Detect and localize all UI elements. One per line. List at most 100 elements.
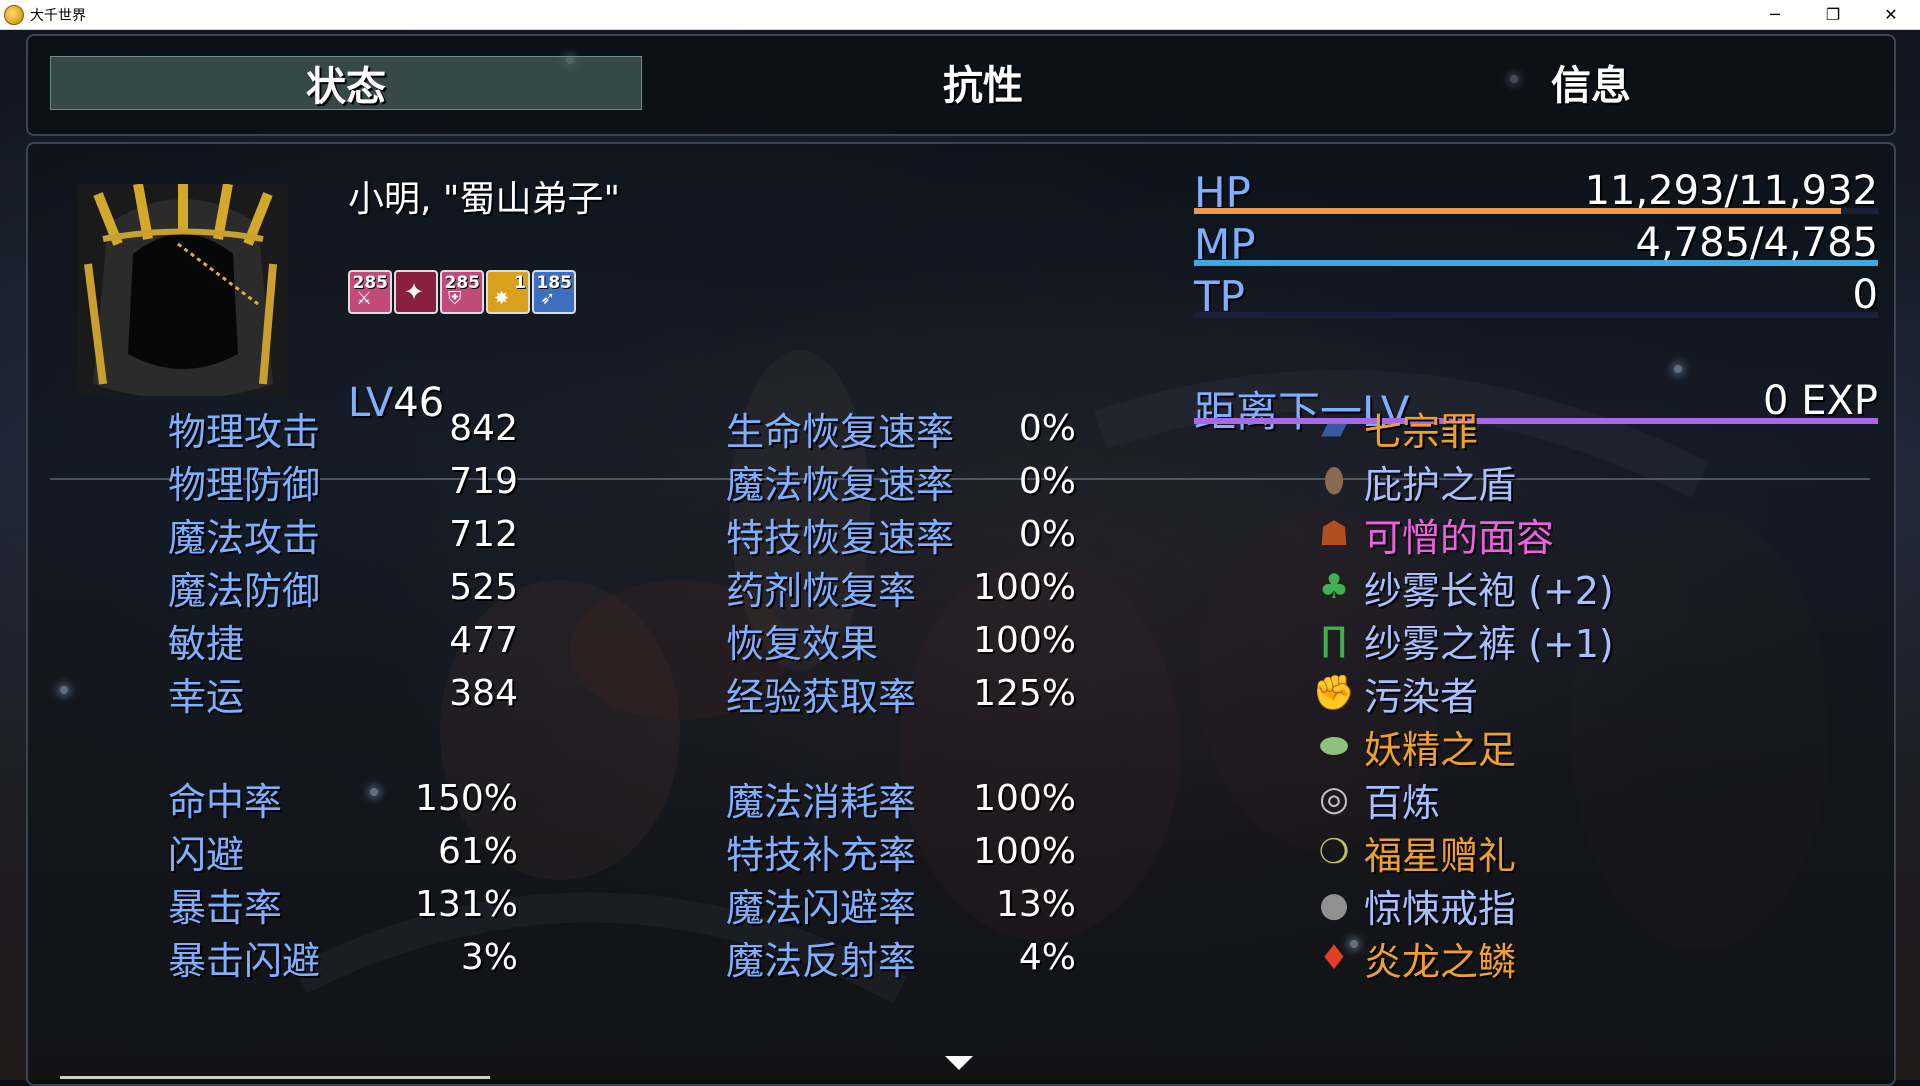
minimize-button[interactable]: ─ xyxy=(1746,0,1804,29)
sword-up-icon: ⚔ xyxy=(356,288,373,309)
stat-value: 100% xyxy=(973,566,1076,608)
stat-name: 魔法反射率 xyxy=(726,938,917,983)
scale-icon: ♦ xyxy=(1318,938,1350,978)
equipment-slot[interactable]: ☗ 可憎的面容 xyxy=(1314,508,1554,560)
book-icon: ▰ xyxy=(1320,408,1348,448)
stat-value: 3% xyxy=(460,936,518,978)
stat-name: 特技补充率 xyxy=(726,832,917,877)
stat-name: 魔法消耗率 xyxy=(726,779,917,824)
close-button[interactable]: ✕ xyxy=(1862,0,1920,29)
stat-name: 生命恢复速率 xyxy=(726,409,955,454)
equipment-name: 福星赠礼 xyxy=(1364,833,1517,878)
stat-value: 842 xyxy=(449,407,518,449)
stat-row: 恢复效果 100% xyxy=(726,614,1076,666)
equipment-slot[interactable]: ● 惊悚戒指 xyxy=(1314,879,1516,931)
restore-button[interactable]: ❐ xyxy=(1804,0,1862,29)
amulet-icon: ❍ xyxy=(1318,832,1350,872)
equipment-name: 纱雾长袍 (+2) xyxy=(1364,568,1614,613)
stat-row: 魔法攻击 712 xyxy=(168,508,518,560)
buff-burst-icon[interactable]: 1 ✸ xyxy=(486,270,530,314)
equipment-name: 七宗罪 xyxy=(1364,409,1479,454)
tab-bar: 状态 抗性 信息 xyxy=(26,34,1896,136)
robe-icon: ♣ xyxy=(1318,567,1350,607)
stat-name: 魔法防御 xyxy=(168,568,321,613)
game-viewport: 状态 抗性 信息 小明, "蜀山弟子" 285 ⚔ ✦ 285 ⛨ 1 ✸ 18… xyxy=(0,30,1920,1086)
equipment-slot[interactable]: ♦ 炎龙之鳞 xyxy=(1314,932,1516,984)
equipment-slot[interactable]: ◎ 百炼 xyxy=(1314,773,1440,825)
stat-value: 100% xyxy=(973,619,1076,661)
scroll-down-icon[interactable] xyxy=(945,1056,973,1070)
buff-attack-up-icon[interactable]: 285 ⚔ xyxy=(348,270,392,314)
mp-track xyxy=(1194,260,1878,266)
stat-row: 闪避 61% xyxy=(168,825,518,877)
stat-name: 幸运 xyxy=(168,674,245,719)
window-controls: ─ ❐ ✕ xyxy=(1746,0,1920,29)
equipment-name: 可憎的面容 xyxy=(1364,515,1555,560)
equipment-slot[interactable]: ∏ 纱雾之裤 (+1) xyxy=(1314,614,1614,666)
stat-name: 敏捷 xyxy=(168,621,245,666)
buff-turns: 1 xyxy=(514,273,526,293)
tp-gauge: TP 0 xyxy=(1194,272,1878,321)
stat-row: 魔法防御 525 xyxy=(168,561,518,613)
tab-resistance[interactable]: 抗性 xyxy=(688,56,1278,109)
buff-beast-icon[interactable]: ✦ xyxy=(394,270,438,314)
stat-row: 物理防御 719 xyxy=(168,455,518,507)
mask-icon: ☗ xyxy=(1318,514,1350,554)
exp-fill xyxy=(1194,418,1878,424)
stat-row: 暴击率 131% xyxy=(168,878,518,930)
stat-value: 131% xyxy=(415,883,518,925)
buff-wing-icon[interactable]: 185 ➶ xyxy=(532,270,576,314)
window-title: 大千世界 xyxy=(30,7,86,24)
equipment-slot[interactable]: ▰ 七宗罪 xyxy=(1314,402,1478,454)
tab-info[interactable]: 信息 xyxy=(1296,56,1886,109)
equipment-name: 炎龙之鳞 xyxy=(1364,939,1517,984)
equipment-slot[interactable]: ⬬ 妖精之足 xyxy=(1314,720,1516,772)
stat-value: 477 xyxy=(449,619,518,661)
wing-icon: ➶ xyxy=(540,288,556,309)
ring-icon: ● xyxy=(1319,885,1349,925)
equipment-slot[interactable]: ♣ 纱雾长袍 (+2) xyxy=(1314,561,1614,613)
stat-row: 特技恢复速率 0% xyxy=(726,508,1076,560)
stat-value: 4% xyxy=(1018,936,1076,978)
equipment-slot[interactable]: ✊ 污染者 xyxy=(1313,667,1478,719)
stat-value: 100% xyxy=(973,830,1076,872)
stat-name: 暴击闪避 xyxy=(168,938,321,983)
app-icon xyxy=(4,4,24,25)
stat-value: 100% xyxy=(973,777,1076,819)
stat-row: 物理攻击 842 xyxy=(168,402,518,454)
character-portrait xyxy=(78,184,288,396)
character-name: 小明, "蜀山弟子" xyxy=(348,179,621,220)
stat-value: 125% xyxy=(973,672,1076,714)
stat-row: 暴击闪避 3% xyxy=(168,931,518,983)
equipment-name: 惊悚戒指 xyxy=(1364,886,1517,931)
equipment-slot[interactable]: ⬮ 庇护之盾 xyxy=(1314,455,1516,507)
stat-row: 魔法反射率 4% xyxy=(726,931,1076,983)
stat-row: 幸运 384 xyxy=(168,667,518,719)
stat-name: 闪避 xyxy=(168,832,245,877)
stat-value: 13% xyxy=(995,883,1076,925)
stat-name: 特技恢复速率 xyxy=(726,515,955,560)
stat-row: 敏捷 477 xyxy=(168,614,518,666)
boot-icon: ⬬ xyxy=(1319,726,1349,766)
equipment-slot[interactable]: ❍ 福星赠礼 xyxy=(1314,826,1516,878)
stat-name: 魔法闪避率 xyxy=(726,885,917,930)
equipment-name: 纱雾之裤 (+1) xyxy=(1364,621,1614,666)
tab-status[interactable]: 状态 xyxy=(50,56,642,110)
stat-row: 生命恢复速率 0% xyxy=(726,402,1076,454)
stat-value: 525 xyxy=(449,566,518,608)
bracelet-icon: ◎ xyxy=(1319,779,1349,819)
stat-row: 魔法闪避率 13% xyxy=(726,878,1076,930)
window-titlebar: 大千世界 ─ ❐ ✕ xyxy=(0,0,1920,30)
stat-name: 药剂恢复率 xyxy=(726,568,917,613)
buff-defense-up-icon[interactable]: 285 ⛨ xyxy=(440,270,484,314)
stat-name: 魔法恢复速率 xyxy=(726,462,955,507)
beast-icon: ✦ xyxy=(404,278,425,306)
stat-name: 魔法攻击 xyxy=(168,515,321,560)
hp-fill xyxy=(1194,208,1842,214)
stat-name: 暴击率 xyxy=(168,885,283,930)
scroll-indicator xyxy=(60,1076,490,1079)
buff-icons: 285 ⚔ ✦ 285 ⛨ 1 ✸ 185 ➶ xyxy=(348,270,576,314)
exp-gauge: 距离下一LV 0 EXP xyxy=(1194,378,1878,436)
shield-up-icon: ⛨ xyxy=(448,288,462,309)
stat-row: 命中率 150% xyxy=(168,772,518,824)
